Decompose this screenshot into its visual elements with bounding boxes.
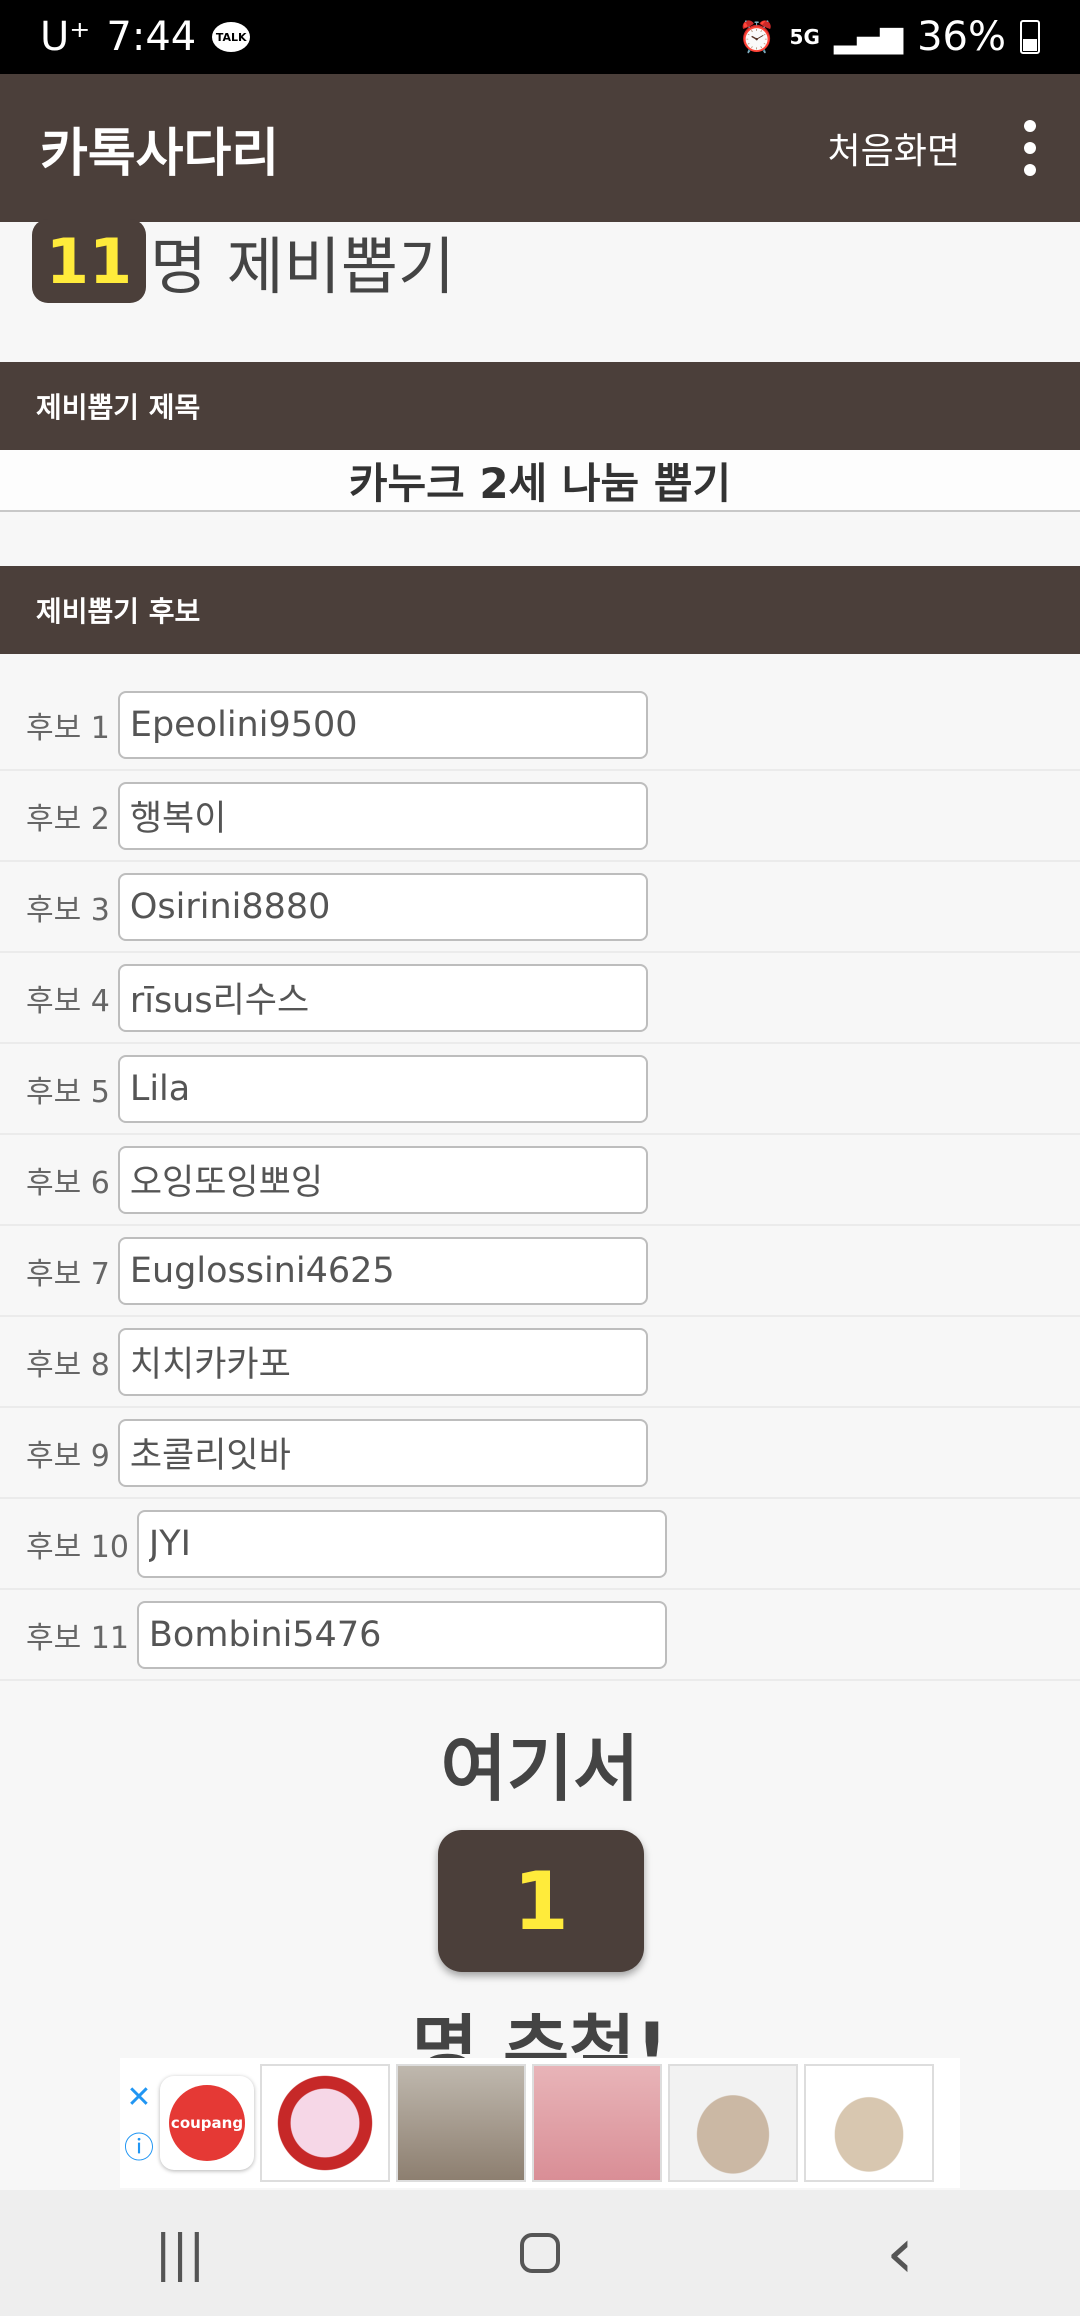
title-section-heading: 제비뽑기 제목	[0, 362, 1080, 450]
candidate-input[interactable]	[117, 781, 648, 850]
candidate-input[interactable]	[117, 1236, 648, 1305]
candidate-row: 후보 10	[0, 1499, 1080, 1590]
candidate-label: 후보 1	[26, 710, 110, 746]
candidate-label: 후보 6	[26, 1165, 110, 1201]
status-time: 7:44	[106, 14, 197, 60]
candidate-input[interactable]	[117, 1327, 648, 1396]
candidate-input[interactable]	[117, 690, 648, 759]
candidate-input[interactable]	[117, 1054, 648, 1123]
kakaotalk-notification-icon: TALK	[212, 22, 251, 52]
candidate-row: 후보 9	[0, 1408, 1080, 1499]
candidate-row: 후보 4	[0, 953, 1080, 1044]
candidate-label: 후보 8	[26, 1347, 110, 1383]
ad-product-image[interactable]	[804, 2064, 934, 2182]
candidate-label: 후보 4	[26, 983, 110, 1019]
draw-suffix-text: 명 추첨!	[411, 2007, 669, 2060]
participant-count-box[interactable]: 11	[32, 219, 146, 303]
candidate-label: 후보 5	[26, 1074, 110, 1110]
candidate-row: 후보 7	[0, 1226, 1080, 1317]
alarm-icon: ⏰	[738, 19, 776, 55]
candidate-label: 후보 10	[26, 1529, 129, 1565]
candidate-row: 후보 11	[0, 1590, 1080, 1681]
close-icon[interactable]: ✕	[126, 2080, 151, 2115]
candidate-label: 후보 9	[26, 1438, 110, 1474]
candidate-input[interactable]	[117, 1418, 648, 1487]
candidate-input[interactable]	[117, 1145, 648, 1214]
candidate-row: 후보 5	[0, 1044, 1080, 1135]
carrier-label: U⁺	[40, 14, 91, 60]
home-icon	[520, 2233, 560, 2273]
candidate-label: 후보 11	[26, 1620, 129, 1656]
home-nav-button[interactable]	[480, 2233, 600, 2273]
home-button[interactable]: 처음화면	[828, 122, 960, 174]
winner-count-box[interactable]: 1	[438, 1830, 644, 1972]
network-type-icon: 5G	[789, 25, 820, 49]
candidate-input[interactable]	[136, 1600, 667, 1669]
more-vert-icon[interactable]	[1020, 120, 1040, 176]
candidate-input[interactable]	[136, 1509, 667, 1578]
candidate-input[interactable]	[117, 872, 648, 941]
candidate-input[interactable]	[117, 963, 648, 1032]
candidates-section-heading: 제비뽑기 후보	[0, 566, 1080, 654]
candidate-row: 후보 6	[0, 1135, 1080, 1226]
candidate-row: 후보 8	[0, 1317, 1080, 1408]
ad-product-image[interactable]	[260, 2064, 390, 2182]
candidate-label: 후보 2	[26, 801, 110, 837]
ad-product-image[interactable]	[396, 2064, 526, 2182]
draw-prefix-text: 여기서	[440, 1727, 640, 1811]
system-nav-bar: ||| ‹	[0, 2190, 1080, 2316]
candidate-label: 후보 7	[26, 1256, 110, 1292]
participant-count-label: 명 제비뽑기	[150, 230, 455, 303]
battery-icon	[1020, 20, 1040, 54]
back-button[interactable]: ‹	[840, 2212, 960, 2294]
recents-button[interactable]: |||	[120, 2224, 240, 2282]
draw-title-field[interactable]: 카누크 2세 나눔 뽑기	[0, 450, 1080, 512]
app-bar: 카톡사다리 처음화면	[0, 74, 1080, 222]
ad-product-image[interactable]	[668, 2064, 798, 2182]
status-bar: U⁺ 7:44 TALK ⏰ 5G ▂▄▆ 36%	[0, 0, 1080, 74]
candidate-row: 후보 1	[0, 680, 1080, 771]
candidate-row: 후보 3	[0, 862, 1080, 953]
candidate-row: 후보 2	[0, 771, 1080, 862]
ad-banner[interactable]: ✕ ⓘ coupang	[120, 2058, 960, 2188]
app-title: 카톡사다리	[40, 123, 280, 184]
candidate-label: 후보 3	[26, 892, 110, 928]
info-icon[interactable]: ⓘ	[124, 2123, 154, 2167]
candidate-list: 후보 1 후보 2 후보 3 후보 4 후보 5 후보 6 후보 7 후보 8 …	[0, 680, 1080, 1681]
participant-count-header: 11 명 제비뽑기	[32, 218, 455, 304]
signal-icon: ▂▄▆	[833, 19, 904, 55]
ad-brand-logo[interactable]: coupang	[160, 2076, 254, 2170]
battery-percent: 36%	[917, 14, 1006, 60]
ad-product-image[interactable]	[532, 2064, 662, 2182]
